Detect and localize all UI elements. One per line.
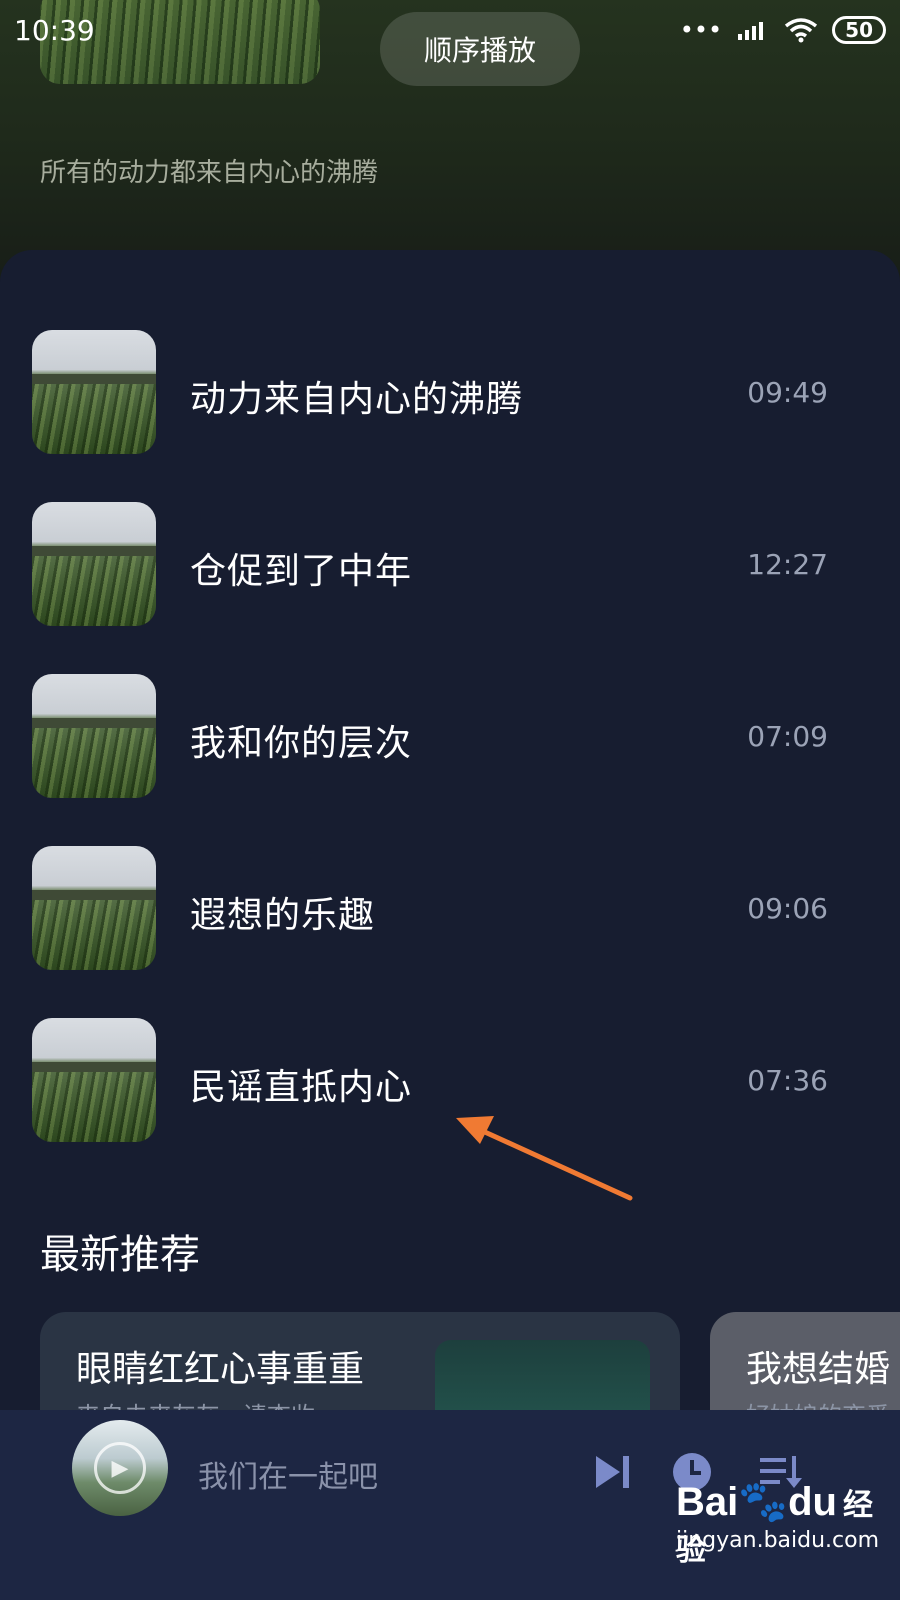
annotation-arrow-icon bbox=[456, 1116, 633, 1201]
